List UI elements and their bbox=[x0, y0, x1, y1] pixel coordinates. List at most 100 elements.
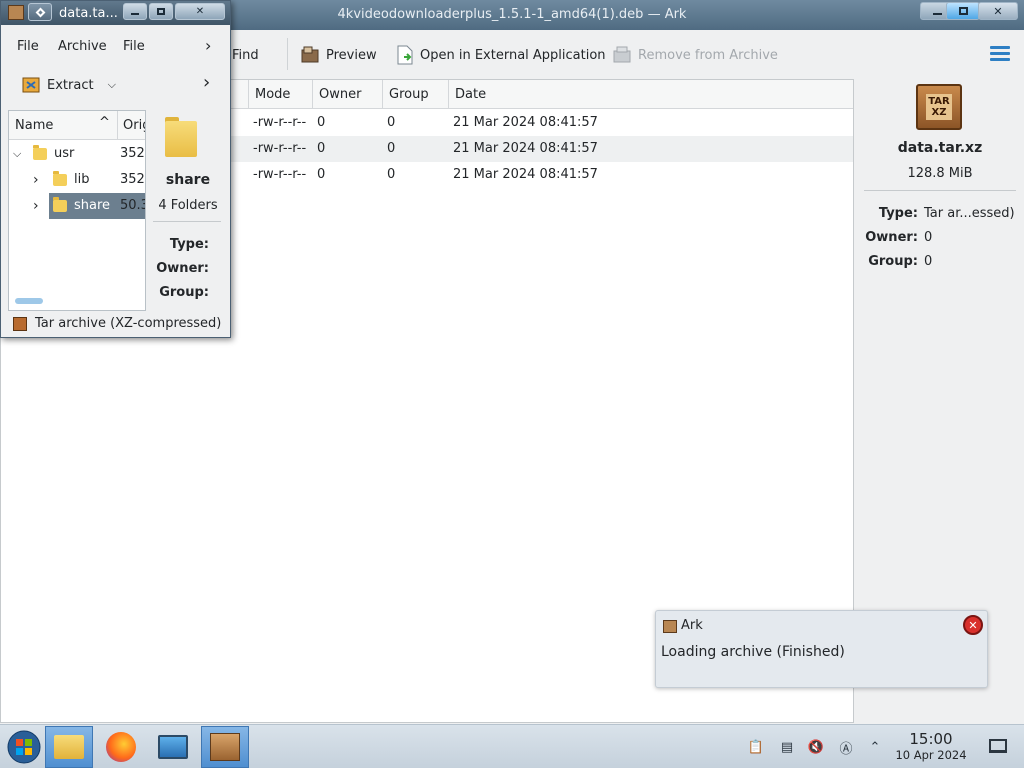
cell-date: 21 Mar 2024 08:41:57 bbox=[453, 141, 598, 156]
taskbar-file-manager[interactable] bbox=[45, 726, 93, 768]
tree-item-size: 352. bbox=[120, 146, 145, 161]
notification-app-name: Ark bbox=[681, 618, 703, 633]
small-window-titlebar[interactable]: data.ta... ✕ bbox=[1, 1, 230, 25]
notification-popup[interactable]: Ark ✕ Loading archive (Finished) bbox=[655, 610, 988, 688]
clock[interactable]: 15:00 10 Apr 2024 bbox=[888, 730, 974, 763]
column-header-date[interactable]: Date bbox=[449, 80, 853, 109]
remove-label: Remove from Archive bbox=[638, 47, 778, 63]
chevron-right-icon: › bbox=[33, 198, 39, 214]
menu-file-2[interactable]: File bbox=[123, 39, 145, 54]
menu-archive[interactable]: Archive bbox=[58, 39, 107, 54]
folder-icon bbox=[54, 735, 84, 759]
taskbar-firefox[interactable] bbox=[97, 726, 145, 768]
ark-app-icon bbox=[663, 620, 677, 633]
clipboard-tray-icon[interactable]: 📋 bbox=[747, 738, 765, 756]
selected-item-name: share bbox=[165, 172, 211, 188]
minimize-icon bbox=[932, 12, 942, 15]
extract-label: Extract bbox=[47, 77, 94, 93]
show-desktop-button[interactable] bbox=[989, 739, 1007, 753]
tree-header-name[interactable]: Name bbox=[15, 118, 53, 133]
data-tar-xz-window: data.ta... ✕ File Archive File › Extract… bbox=[0, 0, 231, 338]
remove-icon bbox=[613, 46, 631, 63]
share-folder-icon bbox=[165, 117, 197, 157]
toolbar-separator bbox=[287, 38, 288, 70]
close-icon: ✕ bbox=[968, 618, 978, 632]
cell-mode: -rw-r--r-- bbox=[253, 115, 307, 130]
tree-row-share[interactable]: › share 50.3 bbox=[9, 193, 145, 219]
notes-tray-icon[interactable]: ▤ bbox=[778, 738, 796, 756]
tree-item-name: lib bbox=[74, 172, 90, 187]
group-value: 0 bbox=[924, 254, 933, 269]
open-external-icon bbox=[397, 45, 413, 65]
restore-icon bbox=[958, 7, 968, 15]
owner-label: Owner: bbox=[865, 230, 918, 245]
type-value: Tar ar...essed) bbox=[924, 206, 1015, 221]
small-close-button[interactable]: ✕ bbox=[175, 3, 225, 20]
chevron-right-icon: › bbox=[33, 172, 39, 188]
taskbar-ark[interactable] bbox=[201, 726, 249, 768]
type-label: Type: bbox=[169, 237, 209, 252]
type-label: Type: bbox=[878, 206, 918, 221]
cell-owner: 0 bbox=[317, 141, 326, 156]
cell-mode: -rw-r--r-- bbox=[253, 141, 307, 156]
preview-button[interactable]: Preview bbox=[300, 42, 377, 68]
tray-expand-chevron-icon[interactable]: ⌃ bbox=[866, 738, 884, 756]
tree-item-name: usr bbox=[54, 146, 75, 161]
input-method-tray-icon[interactable]: Ⓐ bbox=[837, 738, 855, 757]
column-header-mode[interactable]: Mode bbox=[249, 80, 313, 109]
ark-icon bbox=[210, 733, 240, 761]
small-window-title: data.ta... bbox=[59, 6, 118, 21]
restore-button[interactable] bbox=[946, 2, 980, 20]
hamburger-menu-button[interactable] bbox=[990, 46, 1010, 62]
archive-tree-view[interactable]: Name ^ Orig ⌵ usr 352. › lib 352. › shar… bbox=[8, 110, 146, 311]
tree-item-size: 50.3 bbox=[120, 198, 145, 213]
cell-date: 21 Mar 2024 08:41:57 bbox=[453, 115, 598, 130]
cell-mode: -rw-r--r-- bbox=[253, 167, 307, 182]
monitor-icon bbox=[158, 735, 188, 759]
tree-row-lib[interactable]: › lib 352. bbox=[9, 167, 145, 193]
cell-owner: 0 bbox=[317, 167, 326, 182]
cell-group: 0 bbox=[387, 115, 396, 130]
tree-row-usr[interactable]: ⌵ usr 352. bbox=[9, 141, 145, 167]
window-menu-button[interactable] bbox=[28, 3, 52, 21]
cell-date: 21 Mar 2024 08:41:57 bbox=[453, 167, 598, 182]
start-button[interactable] bbox=[0, 726, 48, 768]
chevron-down-icon: ⌵ bbox=[13, 147, 22, 160]
tree-header: Name ^ Orig bbox=[9, 111, 145, 140]
taskbar-system-settings[interactable] bbox=[149, 726, 197, 768]
small-maximize-button[interactable] bbox=[149, 3, 173, 20]
open-external-button[interactable]: Open in External Application bbox=[396, 42, 606, 68]
preview-label: Preview bbox=[326, 47, 377, 63]
taskbar: 📋 ▤ 🔇 Ⓐ ⌃ 15:00 10 Apr 2024 bbox=[0, 724, 1024, 768]
close-icon: ✕ bbox=[993, 4, 1003, 18]
toolbar-overflow-chevron-icon[interactable]: › bbox=[203, 72, 210, 93]
menu-file[interactable]: File bbox=[17, 39, 39, 54]
group-label: Group: bbox=[868, 254, 918, 269]
extract-button[interactable]: Extract ⌵ bbox=[21, 73, 116, 97]
column-header-owner[interactable]: Owner bbox=[313, 80, 383, 109]
folder-icon bbox=[53, 197, 67, 212]
tree-header-orig[interactable]: Orig bbox=[123, 118, 145, 133]
tar-xz-icon-text: TAR XZ bbox=[926, 94, 952, 120]
find-button[interactable]: Find bbox=[232, 42, 259, 68]
archive-filename: data.tar.xz bbox=[897, 140, 983, 156]
menu-overflow-chevron-icon[interactable]: › bbox=[205, 36, 211, 55]
close-icon: ✕ bbox=[195, 6, 205, 17]
column-header-group[interactable]: Group bbox=[383, 80, 449, 109]
notification-close-button[interactable]: ✕ bbox=[963, 615, 983, 635]
close-button[interactable]: ✕ bbox=[978, 2, 1018, 20]
owner-label: Owner: bbox=[156, 261, 209, 276]
tree-item-name: share bbox=[74, 198, 111, 213]
cell-group: 0 bbox=[387, 141, 396, 156]
small-minimize-button[interactable] bbox=[123, 3, 147, 20]
minimize-icon bbox=[131, 12, 139, 15]
volume-muted-icon[interactable]: 🔇 bbox=[807, 738, 825, 756]
chevron-down-icon[interactable]: ⌵ bbox=[108, 78, 116, 92]
small-statusbar: Tar archive (XZ-compressed) bbox=[1, 313, 230, 337]
clock-time: 15:00 bbox=[909, 730, 953, 748]
details-divider bbox=[864, 190, 1016, 191]
folder-icon bbox=[53, 171, 67, 186]
remove-from-archive-button[interactable]: Remove from Archive bbox=[612, 42, 778, 68]
hamburger-icon bbox=[990, 46, 1010, 49]
horizontal-scrollbar[interactable] bbox=[15, 298, 43, 304]
